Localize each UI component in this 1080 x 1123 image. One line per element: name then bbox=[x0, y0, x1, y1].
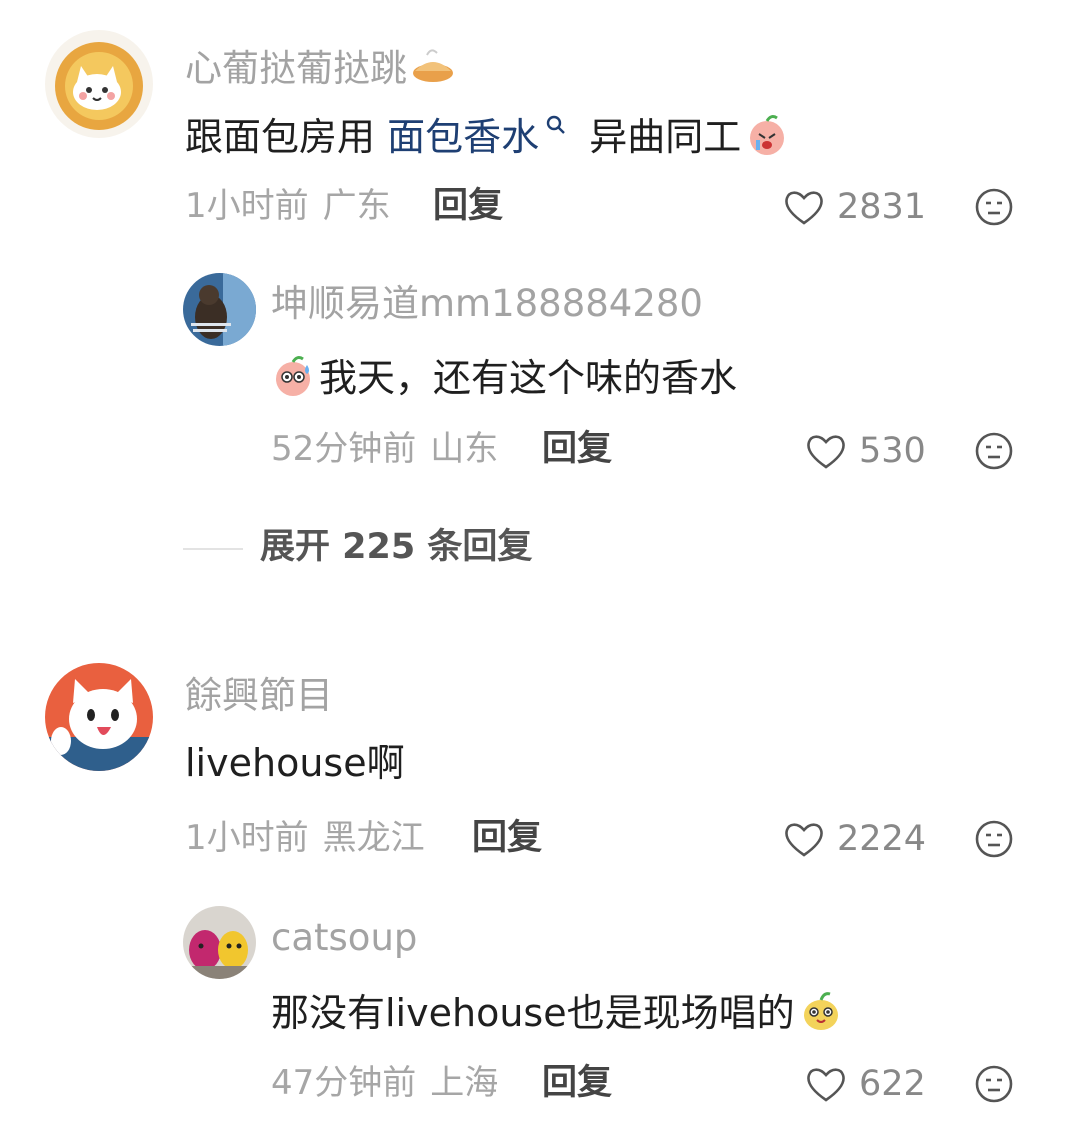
username[interactable]: 心葡挞葡挞跳 bbox=[185, 43, 455, 87]
username[interactable]: 坤顺易道mm188884280 bbox=[271, 285, 703, 322]
like-button[interactable]: 622 bbox=[805, 1065, 926, 1103]
comment-meta: 1小时前 广东 bbox=[185, 186, 391, 226]
comment-text: livehouse啊 bbox=[185, 741, 405, 785]
search-icon[interactable] bbox=[545, 114, 567, 136]
avatar[interactable] bbox=[183, 273, 256, 346]
like-count: 2831 bbox=[837, 186, 927, 227]
avatar[interactable] bbox=[45, 30, 153, 138]
dislike-face-icon[interactable] bbox=[974, 1064, 1014, 1104]
smiling-pear-emoji-icon bbox=[803, 992, 838, 1030]
username[interactable]: 餘興節目 bbox=[185, 677, 333, 714]
avatar[interactable] bbox=[183, 906, 256, 979]
like-button[interactable]: 2831 bbox=[783, 188, 926, 226]
like-button[interactable]: 2224 bbox=[783, 820, 926, 858]
like-count: 530 bbox=[859, 430, 926, 471]
username[interactable]: catsoup bbox=[271, 919, 417, 956]
crying-peach-emoji-icon bbox=[750, 115, 785, 155]
reply-meta: 47分钟前 上海 bbox=[271, 1063, 499, 1103]
like-count: 2224 bbox=[837, 818, 927, 859]
reply-meta: 52分钟前 山东 bbox=[271, 429, 499, 469]
expand-divider bbox=[183, 548, 243, 550]
heart-icon bbox=[785, 191, 823, 225]
reply-button[interactable]: 回复 bbox=[472, 821, 542, 856]
dislike-face-icon[interactable] bbox=[974, 431, 1014, 471]
like-button[interactable]: 530 bbox=[805, 432, 926, 470]
comment-text: 跟面包房用 面包香水 异曲同工 bbox=[185, 112, 789, 156]
reply-button[interactable]: 回复 bbox=[542, 1066, 612, 1101]
heart-icon bbox=[807, 435, 845, 469]
pie-emoji-icon bbox=[413, 49, 453, 82]
like-count: 622 bbox=[859, 1063, 926, 1104]
reply-button[interactable]: 回复 bbox=[433, 189, 503, 224]
reply-text: 我天，还有这个味的香水 bbox=[271, 353, 737, 397]
search-link[interactable]: 面包香水 bbox=[387, 115, 539, 159]
dislike-face-icon[interactable] bbox=[974, 819, 1014, 859]
reply-button[interactable]: 回复 bbox=[542, 432, 612, 467]
avatar[interactable] bbox=[45, 663, 153, 771]
sweat-peach-emoji-icon bbox=[276, 356, 310, 396]
dislike-face-icon[interactable] bbox=[974, 187, 1014, 227]
expand-replies-button[interactable]: 展开 225 条回复 bbox=[260, 530, 532, 565]
heart-icon bbox=[807, 1068, 845, 1102]
comment-meta: 1小时前 黑龙江 bbox=[185, 818, 425, 858]
heart-icon bbox=[785, 823, 823, 857]
reply-text: 那没有livehouse也是现场唱的 bbox=[271, 988, 843, 1032]
